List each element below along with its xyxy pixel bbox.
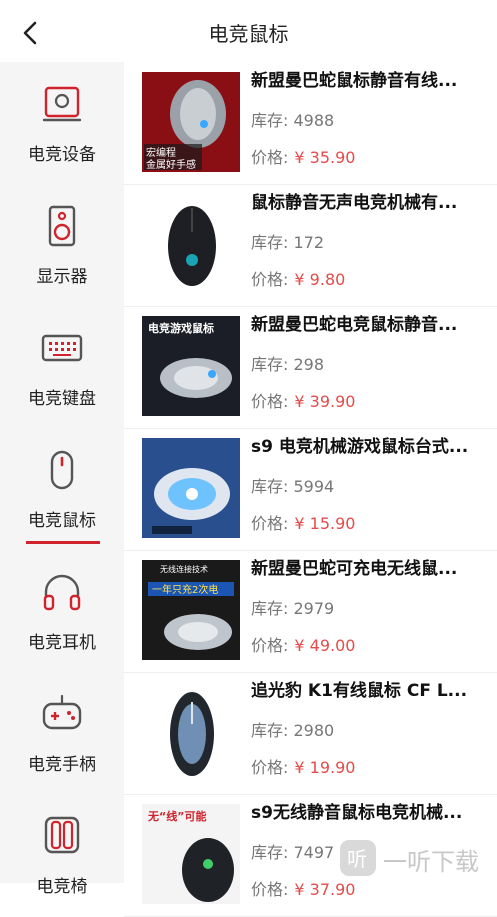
- headphones-icon: [43, 574, 81, 611]
- stock-value: 172: [293, 233, 325, 252]
- page-title: 电竞鼠标: [208, 22, 289, 46]
- sidebar-item-label: 电竞键盘: [28, 389, 96, 409]
- sidebar-item-label: 显示器: [36, 267, 88, 287]
- product-thumbnail: 电竞游戏鼠标: [142, 316, 240, 416]
- category-sidebar: 电竞设备 显示器 电竞键盘 电竞鼠标 电竞耳机 电竞手柄 电竞椅: [0, 62, 124, 897]
- pc-case-icon: [42, 86, 82, 122]
- keyboard-icon: [41, 334, 83, 362]
- product-price: 价格: ¥ 49.00: [251, 636, 356, 655]
- product-thumbnail: 无线连接技术 一年只充2次电: [142, 560, 240, 660]
- product-stock: 库存: 172: [251, 233, 325, 252]
- product-price: 价格: ¥ 39.90: [251, 392, 356, 411]
- product-row[interactable]: 鼠标静音无声电竞机械有... 库存: 172 价格: ¥ 9.80: [124, 184, 497, 307]
- product-name: 追光豹 K1有线鼠标 CF L...: [251, 681, 468, 701]
- thumb-text: 一年只充2次电: [152, 583, 218, 596]
- speaker-icon: [48, 205, 76, 247]
- thumb-text: 宏编程: [146, 146, 176, 159]
- stock-value: 2980: [293, 721, 335, 740]
- sidebar-item-headphones[interactable]: 电竞耳机: [0, 550, 124, 672]
- sidebar-item-gamepad[interactable]: 电竞手柄: [0, 672, 124, 794]
- product-name: s9 电竞机械游戏鼠标台式...: [251, 437, 469, 457]
- stock-value: 2979: [293, 599, 335, 618]
- product-price: 价格: ¥ 19.90: [251, 758, 356, 777]
- sidebar-item-label: 电竞手柄: [28, 755, 96, 775]
- chair-icon: [44, 816, 80, 854]
- sidebar-item-label: 电竞鼠标: [28, 511, 96, 531]
- sidebar-item-label: 电竞耳机: [28, 633, 96, 653]
- product-price: 价格: ¥ 37.90: [251, 880, 356, 899]
- product-stock: 库存: 2980: [251, 721, 335, 740]
- product-name: 新盟曼巴蛇电竞鼠标静音...: [251, 315, 458, 335]
- gamepad-icon: [42, 694, 82, 730]
- watermark-logo-icon: 听: [340, 840, 376, 876]
- product-thumbnail: 无“线”可能: [142, 804, 240, 904]
- sidebar-item-keyboard[interactable]: 电竞键盘: [0, 306, 124, 428]
- product-stock: 库存: 298: [251, 355, 325, 374]
- product-thumbnail: [142, 194, 240, 294]
- product-thumbnail: 宏编程 金属好手感: [142, 72, 240, 172]
- product-list: 宏编程 金属好手感 新盟曼巴蛇鼠标静音有线... 库存: 4988 价格: ¥ 3…: [124, 62, 497, 917]
- stock-value: 298: [293, 355, 325, 374]
- product-name: 鼠标静音无声电竞机械有...: [251, 193, 458, 213]
- product-price: 价格: ¥ 9.80: [251, 270, 346, 289]
- thumb-text: 电竞游戏鼠标: [148, 321, 214, 335]
- price-value: ¥ 35.90: [294, 148, 356, 167]
- sidebar-item-label: 电竞椅: [36, 877, 88, 897]
- watermark-text: 一听下载: [383, 848, 479, 876]
- product-name: s9无线静音鼠标电竞机械...: [251, 803, 463, 823]
- stock-value: 5994: [293, 477, 335, 496]
- product-row[interactable]: 追光豹 K1有线鼠标 CF L... 库存: 2980 价格: ¥ 19.90: [124, 672, 497, 795]
- sidebar-item-monitor[interactable]: 显示器: [0, 184, 124, 306]
- product-row[interactable]: 电竞游戏鼠标 新盟曼巴蛇电竞鼠标静音... 库存: 298 价格: ¥ 39.90: [124, 306, 497, 429]
- thumb-text: 无“线”可能: [147, 809, 206, 823]
- mouse-icon: [50, 450, 74, 490]
- product-stock: 库存: 7497: [251, 843, 335, 862]
- svg-text:听: 听: [347, 847, 367, 871]
- price-value: ¥ 39.90: [294, 392, 356, 411]
- header-bar: 电竞鼠标: [0, 0, 497, 63]
- stock-value: 4988: [293, 111, 335, 130]
- product-row[interactable]: 无线连接技术 一年只充2次电 新盟曼巴蛇可充电无线鼠... 库存: 2979 价…: [124, 550, 497, 673]
- thumb-text: 无线连接技术: [160, 564, 208, 574]
- product-price: 价格: ¥ 15.90: [251, 514, 356, 533]
- sidebar-item-gaming-devices[interactable]: 电竞设备: [0, 62, 124, 184]
- product-name: 新盟曼巴蛇鼠标静音有线...: [251, 71, 458, 91]
- product-row[interactable]: s9 电竞机械游戏鼠标台式... 库存: 5994 价格: ¥ 15.90: [124, 428, 497, 551]
- price-value: ¥ 49.00: [294, 636, 356, 655]
- sidebar-item-mouse[interactable]: 电竞鼠标: [0, 428, 124, 550]
- product-row[interactable]: 宏编程 金属好手感 新盟曼巴蛇鼠标静音有线... 库存: 4988 价格: ¥ 3…: [124, 62, 497, 185]
- price-value: ¥ 19.90: [294, 758, 356, 777]
- product-thumbnail: [142, 682, 240, 782]
- product-thumbnail: [142, 438, 240, 538]
- sidebar-item-label: 电竞设备: [28, 145, 96, 165]
- product-price: 价格: ¥ 35.90: [251, 148, 356, 167]
- product-stock: 库存: 4988: [251, 111, 335, 130]
- product-name: 新盟曼巴蛇可充电无线鼠...: [251, 559, 458, 579]
- watermark: 听 一听下载: [338, 838, 497, 878]
- product-stock: 库存: 2979: [251, 599, 335, 618]
- price-value: ¥ 9.80: [294, 270, 346, 289]
- sidebar-item-chair[interactable]: 电竞椅: [0, 794, 124, 916]
- active-indicator: [26, 541, 100, 544]
- thumb-text: 金属好手感: [146, 158, 196, 171]
- price-value: ¥ 15.90: [294, 514, 356, 533]
- product-stock: 库存: 5994: [251, 477, 335, 496]
- stock-value: 7497: [293, 843, 335, 862]
